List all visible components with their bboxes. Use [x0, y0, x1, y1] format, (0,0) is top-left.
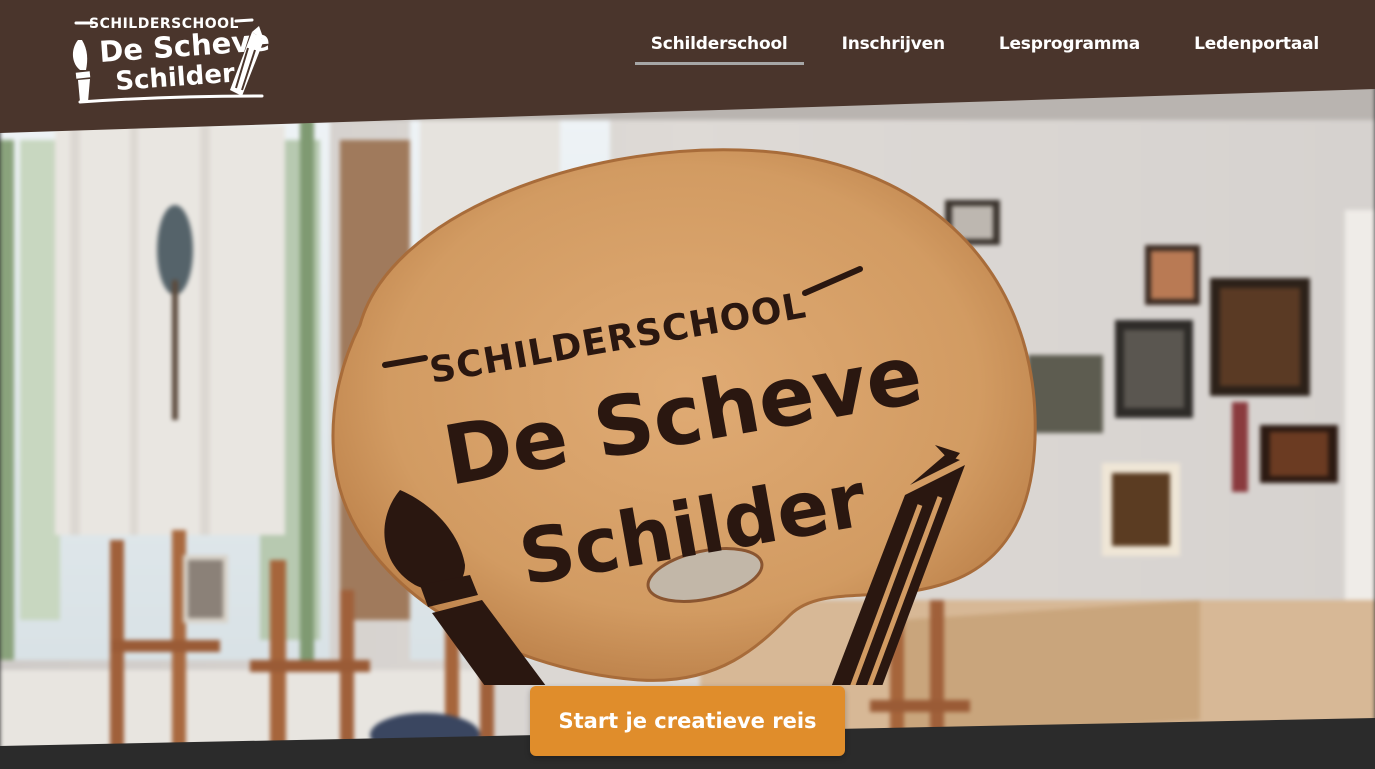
nav-item-ledenportaal[interactable]: Ledenportaal: [1178, 28, 1335, 65]
hero-section: SCHILDERSCHOOL De Scheve Schilder: [0, 80, 1375, 769]
logo-graphic: SCHILDERSCHOOL De Scheve Schilder: [72, 16, 271, 104]
brush-icon: [72, 40, 91, 102]
main-nav: Schilderschool Inschrijven Lesprogramma …: [613, 28, 1335, 65]
nav-item-inschrijven[interactable]: Inschrijven: [826, 28, 961, 65]
site-logo[interactable]: SCHILDERSCHOOL De Scheve Schilder: [66, 10, 272, 108]
palette-sign: SCHILDERSCHOOL De Scheve Schilder: [331, 148, 1037, 685]
nav-item-schilderschool[interactable]: Schilderschool: [634, 28, 804, 65]
start-journey-button[interactable]: Start je creatieve reis: [530, 686, 845, 756]
nav-item-lesprogramma[interactable]: Lesprogramma: [983, 28, 1156, 65]
